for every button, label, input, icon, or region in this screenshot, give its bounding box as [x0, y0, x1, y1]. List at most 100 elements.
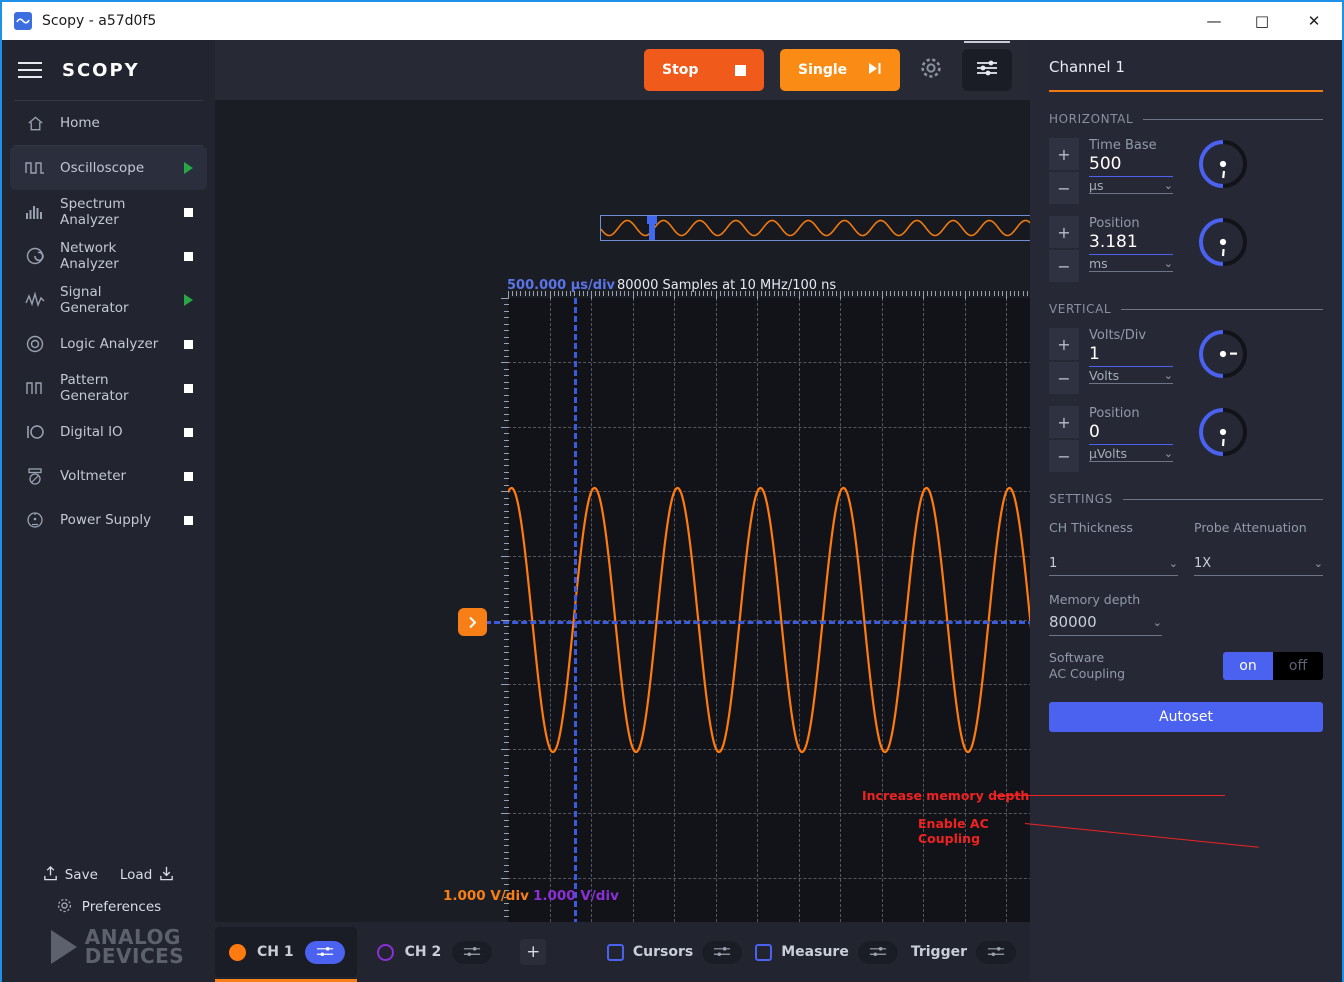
volts-per-div-decrease-button[interactable]: −: [1049, 362, 1079, 394]
trigger-level-handle[interactable]: [458, 608, 487, 636]
vertical-section-header: VERTICAL: [1049, 302, 1323, 316]
general-settings-button[interactable]: [916, 55, 946, 85]
sidebar-item-spectrum-analyzer[interactable]: Spectrum Analyzer: [10, 190, 207, 234]
sidebar-item-logic-analyzer[interactable]: Logic Analyzer: [10, 322, 207, 366]
hamburger-menu-icon[interactable]: [18, 62, 42, 78]
ac-coupling-on-option[interactable]: on: [1223, 652, 1273, 680]
autoset-button[interactable]: Autoset: [1049, 702, 1323, 732]
ruler-tick: [504, 375, 509, 377]
ch-thickness-select[interactable]: 1 ⌄: [1049, 553, 1178, 576]
plot-area[interactable]: 500.000 µs/div 80000 Samples at 10 MHz/1…: [215, 100, 1259, 982]
digital-io-icon: [24, 421, 46, 443]
probe-attenuation-select[interactable]: 1X ⌄: [1194, 553, 1323, 576]
single-label: Single: [798, 62, 848, 78]
v-position-increase-button[interactable]: +: [1049, 406, 1079, 438]
volts-per-div-knob[interactable]: [1197, 328, 1249, 380]
measure-label: Measure: [781, 944, 849, 960]
ruler-tick: [632, 291, 634, 299]
h-position-input[interactable]: 3.181: [1089, 231, 1173, 255]
v-position-unit-select[interactable]: µVolts ⌄: [1089, 445, 1173, 462]
ac-coupling-off-option[interactable]: off: [1273, 652, 1323, 680]
ruler-tick: [831, 291, 833, 296]
ruler-tick: [769, 291, 771, 296]
ruler-tick: [744, 291, 746, 296]
ruler-tick: [678, 291, 680, 296]
close-button[interactable]: ✕: [1286, 2, 1342, 40]
h-position-increase-button[interactable]: +: [1049, 216, 1079, 248]
ruler-tick: [806, 291, 808, 296]
vertical-trigger-cursor[interactable]: [574, 298, 577, 982]
ruler-tick: [504, 729, 509, 731]
ruler-tick: [504, 394, 509, 396]
ruler-tick: [504, 703, 509, 705]
preferences-button[interactable]: Preferences: [2, 892, 215, 922]
overview-position-marker[interactable]: [647, 216, 657, 240]
sidebar-item-digital-io[interactable]: Digital IO: [10, 410, 207, 454]
sidebar-item-label: Pattern Generator: [60, 372, 129, 404]
status-square-icon: [184, 251, 193, 261]
ruler-tick: [914, 291, 916, 296]
timebase-knob[interactable]: [1197, 138, 1249, 190]
timebase-input[interactable]: 500: [1089, 153, 1173, 177]
sidebar-item-oscilloscope[interactable]: Oscilloscope: [10, 146, 207, 190]
load-button[interactable]: Load: [120, 865, 175, 886]
memory-depth-field[interactable]: 80000 ⌄: [1049, 610, 1162, 636]
sidebar-item-pattern-generator[interactable]: Pattern Generator: [10, 366, 207, 410]
ruler-tick: [624, 291, 626, 296]
volts-per-div-stepper: + −: [1049, 328, 1079, 394]
ruler-tick: [665, 291, 667, 296]
measure-checkbox[interactable]: [755, 943, 773, 961]
h-position-label: Position: [1089, 216, 1140, 231]
ruler-tick: [972, 291, 974, 296]
v-position-input[interactable]: 0: [1089, 421, 1173, 445]
ruler-tick: [777, 291, 779, 296]
minimize-button[interactable]: —: [1190, 2, 1238, 40]
stop-square-icon: [735, 64, 746, 76]
h-position-decrease-button[interactable]: −: [1049, 250, 1079, 282]
chevron-down-icon: ⌄: [1152, 615, 1162, 629]
timebase-decrease-button[interactable]: −: [1049, 172, 1079, 204]
timebase-unit-select[interactable]: µs ⌄: [1089, 177, 1173, 194]
volts-per-div-increase-button[interactable]: +: [1049, 328, 1079, 360]
volts-per-div-input[interactable]: 1: [1089, 343, 1173, 367]
waveform-overview[interactable]: [600, 215, 1080, 241]
sidebar-item-home[interactable]: Home: [10, 101, 207, 145]
maximize-button[interactable]: □: [1238, 2, 1286, 40]
ruler-tick: [524, 291, 526, 296]
cursors-settings-button[interactable]: [702, 940, 743, 964]
cursors-checkbox[interactable]: [606, 943, 624, 961]
ruler-tick: [906, 291, 908, 296]
ch2-settings-button[interactable]: [452, 940, 493, 964]
v-position-decrease-button[interactable]: −: [1049, 440, 1079, 472]
ruler-tick: [628, 291, 630, 296]
add-channel-button[interactable]: +: [520, 939, 547, 965]
h-position-knob[interactable]: [1197, 216, 1249, 268]
single-button[interactable]: Single: [780, 49, 900, 91]
timebase-increase-button[interactable]: +: [1049, 138, 1079, 170]
oscilloscope-icon: [24, 157, 46, 179]
v-position-unit-value: µVolts: [1089, 446, 1128, 461]
stop-button[interactable]: Stop: [644, 49, 764, 91]
volts-per-div-unit-select[interactable]: Volts ⌄: [1089, 367, 1173, 384]
channel-tab-ch1[interactable]: CH 1: [215, 927, 357, 982]
ruler-tick: [504, 304, 509, 306]
h-position-unit-select[interactable]: ms ⌄: [1089, 255, 1173, 272]
channel-settings-toggle[interactable]: [962, 41, 1012, 91]
measure-settings-button[interactable]: [857, 940, 898, 964]
channel-tab-ch2[interactable]: CH 2: [363, 927, 505, 977]
sidebar-item-power-supply[interactable]: Power Supply: [10, 498, 207, 542]
ac-coupling-toggle[interactable]: on off: [1223, 652, 1323, 680]
window-titlebar: Scopy - a57d0f5 — □ ✕: [2, 2, 1342, 40]
sidebar-item-signal-generator[interactable]: Signal Generator: [10, 278, 207, 322]
sidebar-item-network-analyzer[interactable]: Network Analyzer: [10, 234, 207, 278]
sidebar-item-voltmeter[interactable]: Voltmeter: [10, 454, 207, 498]
save-button[interactable]: Save: [42, 865, 98, 886]
ch1-settings-button[interactable]: [304, 940, 345, 964]
ruler-tick: [578, 291, 580, 296]
ruler-tick: [504, 471, 509, 473]
ruler-tick: [504, 529, 509, 531]
ruler-tick: [545, 291, 547, 296]
v-position-knob[interactable]: [1197, 406, 1249, 458]
trigger-settings-button[interactable]: [976, 940, 1016, 964]
ruler-tick: [902, 291, 904, 296]
